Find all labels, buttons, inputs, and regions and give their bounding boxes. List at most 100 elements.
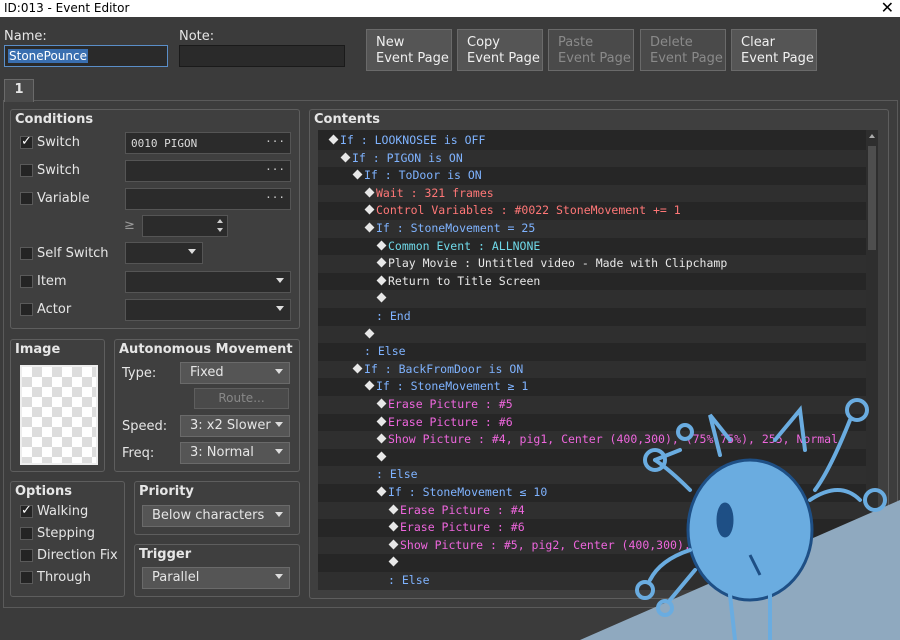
- trigger-value: Parallel: [152, 570, 200, 585]
- command-text: If : StoneMovement = 25: [376, 221, 536, 235]
- switch2-checkbox[interactable]: [20, 164, 33, 177]
- command-text: If : StoneMovement ≤ 10: [388, 485, 548, 499]
- delete-event-page-button[interactable]: Delete Event Page: [640, 29, 726, 71]
- clear-label-1: Clear: [741, 35, 775, 50]
- switch1-checkbox[interactable]: [20, 134, 33, 149]
- trigger-dropdown[interactable]: Parallel: [142, 567, 290, 589]
- priority-value: Below characters: [152, 508, 265, 523]
- command-text: If : BackFromDoor is ON: [364, 361, 524, 376]
- direction-fix-checkbox[interactable]: [20, 549, 33, 562]
- command-row[interactable]: If : StoneMovement = 25: [318, 220, 866, 238]
- scroll-thumb[interactable]: [868, 146, 876, 250]
- command-text: Control Variables : #0022 StoneMovement …: [376, 203, 681, 218]
- switch1-field[interactable]: 0010 PIGON ···: [125, 132, 291, 154]
- clear-label-2: Event Page: [741, 51, 814, 66]
- copy-label-1: Copy: [467, 35, 500, 50]
- variable-field[interactable]: ···: [125, 188, 291, 210]
- actor-checkbox[interactable]: [20, 303, 33, 316]
- walking-checkbox[interactable]: [20, 503, 33, 518]
- diamond-icon: [388, 504, 399, 515]
- command-text: Play Movie : Untitled video - Made with …: [388, 256, 728, 271]
- diamond-icon: [376, 486, 387, 497]
- actor-dropdown[interactable]: [125, 299, 291, 321]
- diamond-icon: [376, 292, 387, 303]
- chevron-down-icon: [275, 422, 283, 427]
- type-dropdown[interactable]: Fixed: [180, 362, 290, 384]
- command-row[interactable]: [318, 290, 866, 308]
- variable-value-stepper[interactable]: [142, 215, 228, 237]
- movement-title: Autonomous Movement: [119, 342, 293, 357]
- new-label-2: Event Page: [376, 51, 449, 66]
- speed-dropdown[interactable]: 3: x2 Slower: [180, 415, 290, 437]
- diamond-icon: [376, 451, 387, 462]
- through-label: Through: [37, 570, 91, 585]
- clear-event-page-button[interactable]: Clear Event Page: [731, 29, 817, 71]
- chevron-down-icon: [275, 369, 283, 374]
- diamond-icon: [376, 416, 387, 427]
- name-input[interactable]: StonePounce: [4, 45, 168, 67]
- command-row[interactable]: Control Variables : #0022 StoneMovement …: [318, 202, 866, 220]
- scroll-up-icon[interactable]: [869, 134, 875, 138]
- command-text: Erase Picture : #6: [400, 520, 525, 535]
- spin-up-icon[interactable]: [217, 219, 223, 223]
- freq-dropdown[interactable]: 3: Normal: [180, 442, 290, 464]
- self-switch-dropdown[interactable]: [125, 242, 203, 264]
- variable-checkbox[interactable]: [20, 192, 33, 205]
- switch1-label: Switch: [37, 135, 80, 150]
- switch2-field[interactable]: ···: [125, 160, 291, 182]
- command-row[interactable]: Return to Title Screen: [318, 273, 866, 291]
- note-input[interactable]: [179, 45, 345, 67]
- spin-down-icon[interactable]: [217, 228, 223, 232]
- paste-event-page-button[interactable]: Paste Event Page: [548, 29, 634, 71]
- self-switch-checkbox[interactable]: [20, 247, 33, 260]
- command-row[interactable]: If : BackFromDoor is ON: [318, 360, 866, 379]
- title-bar: ID:013 - Event Editor ✕: [0, 0, 900, 17]
- speed-value: 3: x2 Slower: [190, 418, 271, 433]
- diamond-icon: [388, 521, 399, 532]
- new-event-page-button[interactable]: New Event Page: [366, 29, 452, 71]
- item-checkbox[interactable]: [20, 275, 33, 288]
- command-row[interactable]: If : LOOKNOSEE is OFF: [318, 132, 866, 150]
- command-text: Erase Picture : #4: [400, 502, 525, 517]
- command-text: : Else: [376, 467, 418, 482]
- trigger-title: Trigger: [139, 547, 192, 562]
- command-row[interactable]: If : ToDoor is ON: [318, 167, 866, 185]
- route-button[interactable]: Route...: [194, 388, 289, 409]
- event-image-preview[interactable]: [20, 365, 98, 465]
- paste-label-1: Paste: [558, 35, 594, 50]
- diamond-icon: [340, 152, 351, 163]
- command-row[interactable]: [318, 325, 866, 344]
- diamond-icon: [364, 204, 375, 215]
- priority-title: Priority: [139, 484, 194, 499]
- tab-page-1[interactable]: 1: [4, 79, 34, 102]
- command-text: Common Event : ALLNONE: [388, 238, 541, 253]
- chevron-down-icon: [275, 574, 283, 579]
- command-row[interactable]: : Else: [318, 343, 866, 361]
- priority-dropdown[interactable]: Below characters: [142, 505, 290, 527]
- note-label: Note:: [179, 29, 215, 44]
- variable-label: Variable: [37, 191, 90, 206]
- self-switch-label: Self Switch: [37, 246, 109, 261]
- item-label: Item: [37, 274, 67, 289]
- through-checkbox[interactable]: [20, 571, 33, 584]
- command-text: If : PIGON is ON: [352, 150, 463, 165]
- image-panel: Image: [10, 339, 105, 472]
- command-text: Erase Picture : #5: [388, 397, 513, 411]
- diamond-icon: [376, 433, 387, 444]
- image-title: Image: [15, 342, 61, 357]
- stepping-checkbox[interactable]: [20, 527, 33, 540]
- item-dropdown[interactable]: [125, 271, 291, 293]
- close-icon[interactable]: ✕: [881, 0, 894, 17]
- chevron-down-icon: [276, 306, 284, 311]
- command-row[interactable]: Play Movie : Untitled video - Made with …: [318, 255, 866, 273]
- type-value: Fixed: [190, 365, 224, 380]
- command-row[interactable]: Wait : 321 frames: [318, 184, 866, 203]
- command-row[interactable]: Common Event : ALLNONE: [318, 238, 866, 256]
- command-text: : Else: [364, 344, 406, 359]
- delete-label-1: Delete: [650, 35, 693, 50]
- command-row[interactable]: If : PIGON is ON: [318, 149, 866, 168]
- command-row[interactable]: : End: [318, 308, 866, 326]
- actor-label: Actor: [37, 302, 72, 317]
- copy-event-page-button[interactable]: Copy Event Page: [457, 29, 543, 71]
- chevron-down-icon: [275, 512, 283, 517]
